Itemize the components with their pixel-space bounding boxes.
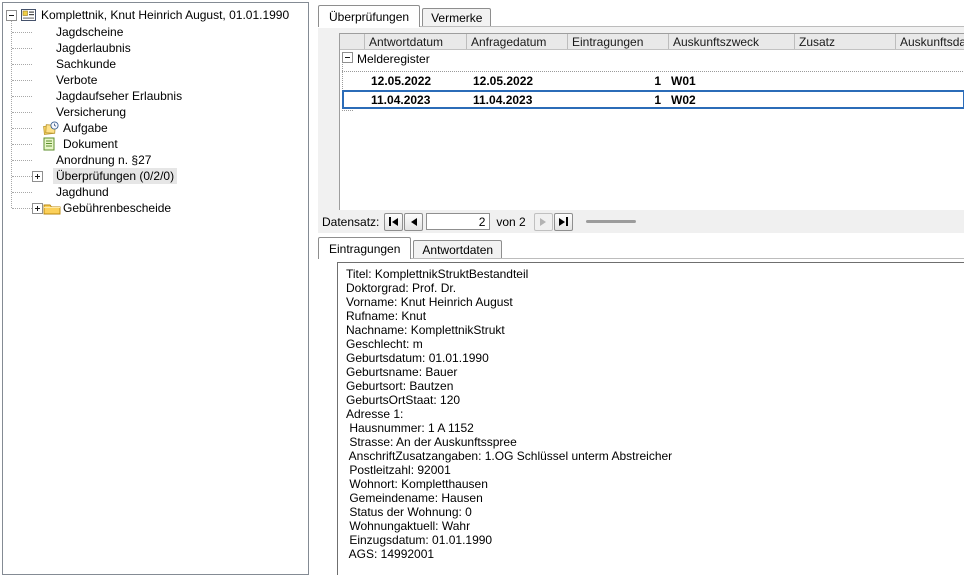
tree-items: Jagdscheine Jagderlaubnis Sachkunde Verbote…	[3, 24, 308, 216]
bottom-tabstrip: EintragungenAntwortdaten	[318, 236, 964, 259]
tree-item-überprüfungen-0-2-0[interactable]: Überprüfungen (0/2/0)	[3, 168, 308, 184]
grid-rows: 12.05.202212.05.20221W0111.04.202311.04.…	[342, 71, 964, 109]
tree-root-item[interactable]: Komplettnik, Knut Heinrich August, 01.01…	[3, 6, 308, 24]
top-tabstrip: ÜberprüfungenVermerke	[318, 0, 964, 27]
tab-vermerke[interactable]: Vermerke	[422, 8, 491, 27]
record-navigator-label: Datensatz:	[322, 215, 379, 229]
tree-item-jagdhund[interactable]: Jagdhund	[3, 184, 308, 200]
tree-item-label: Gebührenbescheide	[63, 201, 171, 215]
grid-header-row: AntwortdatumAnfragedatumEintragungenAusk…	[340, 34, 964, 50]
next-record-button[interactable]	[534, 213, 553, 231]
tree-item-label: Sachkunde	[56, 57, 116, 71]
person-record-icon	[21, 9, 36, 21]
first-bar	[389, 217, 391, 226]
tree-item-jagderlaubnis[interactable]: Jagderlaubnis	[3, 40, 308, 56]
tree-item-verbote[interactable]: Verbote	[3, 72, 308, 88]
first-arrow	[392, 218, 398, 226]
tree-branch-line	[12, 208, 32, 209]
cell-eintragungen: 1	[568, 93, 669, 107]
collapse-expander-icon[interactable]	[6, 10, 17, 21]
record-count-label: von 2	[496, 215, 525, 229]
tree-branch-line	[12, 32, 32, 33]
document-icon	[43, 137, 63, 151]
tree-branch-line	[12, 96, 32, 97]
detail-text: Titel: KomplettnikStruktBestandteil Dokt…	[346, 267, 958, 561]
column-header-anfragedatum[interactable]: Anfragedatum	[467, 34, 568, 49]
column-header-indent[interactable]	[340, 34, 365, 49]
task-clock-icon	[43, 121, 63, 135]
folder-icon	[43, 202, 63, 215]
tree-item-label: Überprüfungen (0/2/0)	[53, 168, 177, 184]
first-record-button[interactable]	[384, 213, 403, 231]
last-record-button[interactable]	[554, 213, 573, 231]
tree-item-label: Jagdaufseher Erlaubnis	[56, 89, 182, 103]
column-header-antwortdatum[interactable]: Antwortdatum	[365, 34, 467, 49]
tree-item-jagdscheine[interactable]: Jagdscheine	[3, 24, 308, 40]
last-bar	[566, 217, 568, 226]
ueberpruefungen-tabpage: AntwortdatumAnfragedatumEintragungenAusk…	[318, 27, 964, 233]
cell-antwortdatum: 12.05.2022	[365, 74, 467, 88]
tree-item-label: Aufgabe	[63, 121, 108, 135]
tree-item-aufgabe[interactable]: Aufgabe	[3, 120, 308, 136]
next-arrow	[540, 218, 546, 226]
grid-row[interactable]: 12.05.202212.05.20221W01	[342, 71, 964, 90]
previous-record-button[interactable]	[404, 213, 423, 231]
tree-item-label: Anordnung n. §27	[56, 153, 151, 167]
grid-row[interactable]: 11.04.202311.04.20231W02	[342, 90, 964, 109]
cell-eintragungen: 1	[568, 74, 669, 88]
eintragungen-detail-panel: Titel: KomplettnikStruktBestandteil Dokt…	[337, 262, 964, 575]
column-header-auskunftszweck[interactable]: Auskunftszweck	[669, 34, 795, 49]
tree-branch-line	[12, 144, 32, 145]
column-header-eintragungen[interactable]: Eintragungen	[568, 34, 669, 49]
tree-branch-line	[12, 192, 32, 193]
tree-item-jagdaufseher-erlaubnis[interactable]: Jagdaufseher Erlaubnis	[3, 88, 308, 104]
tree-branch-line	[12, 176, 32, 177]
group-indent-line-end	[342, 110, 353, 111]
tree-item-label: Versicherung	[56, 105, 126, 119]
group-row-melderegister[interactable]: Melderegister	[340, 50, 964, 71]
tree-item-gebührenbescheide[interactable]: Gebührenbescheide	[3, 200, 308, 216]
tree-item-label: Jagdhund	[56, 185, 109, 199]
group-label: Melderegister	[357, 52, 430, 66]
tree-item-anordnung-n-27[interactable]: Anordnung n. §27	[3, 152, 308, 168]
expand-icon[interactable]	[32, 203, 43, 214]
app-window: Komplettnik, Knut Heinrich August, 01.01…	[0, 0, 964, 575]
tree-item-dokument[interactable]: Dokument	[3, 136, 308, 152]
tree-branch-line	[12, 80, 32, 81]
tree-item-label: Jagderlaubnis	[56, 41, 131, 55]
tree-branch-line	[12, 48, 32, 49]
cell-antwortdatum: 11.04.2023	[365, 93, 467, 107]
tree-item-versicherung[interactable]: Versicherung	[3, 104, 308, 120]
results-grid: AntwortdatumAnfragedatumEintragungenAusk…	[339, 33, 964, 212]
tree-item-label: Verbote	[56, 73, 97, 87]
splitter-handle[interactable]	[586, 220, 636, 223]
prev-arrow	[411, 218, 417, 226]
person-tree-panel: Komplettnik, Knut Heinrich August, 01.01…	[2, 2, 309, 575]
tree-branch-line	[12, 64, 32, 65]
group-collapse-icon[interactable]	[342, 52, 353, 63]
column-header-zusatz[interactable]: Zusatz	[795, 34, 896, 49]
tab-überprüfungen[interactable]: Überprüfungen	[318, 5, 420, 27]
last-arrow	[559, 218, 565, 226]
tree-branch-line	[12, 112, 32, 113]
expand-icon[interactable]	[32, 171, 43, 182]
tree-item-label: Dokument	[63, 137, 118, 151]
cell-anfragedatum: 12.05.2022	[467, 74, 568, 88]
column-header-auskunftsdate[interactable]: Auskunftsdate	[896, 34, 964, 49]
tree-branch-line	[12, 160, 32, 161]
cell-anfragedatum: 11.04.2023	[467, 93, 568, 107]
tab-antwortdaten[interactable]: Antwortdaten	[413, 240, 502, 259]
tree-item-sachkunde[interactable]: Sachkunde	[3, 56, 308, 72]
tree-branch-line	[12, 128, 32, 129]
current-record-input[interactable]	[426, 213, 490, 230]
record-navigator: Datensatz: von 2	[318, 210, 964, 233]
tree-root-label: Komplettnik, Knut Heinrich August, 01.01…	[41, 8, 289, 22]
cell-auskunftszweck: W01	[669, 74, 795, 88]
tree-item-label: Jagdscheine	[56, 25, 123, 39]
tabstrip-rule	[318, 258, 964, 259]
tab-eintragungen[interactable]: Eintragungen	[318, 237, 411, 259]
cell-auskunftszweck: W02	[669, 93, 795, 107]
